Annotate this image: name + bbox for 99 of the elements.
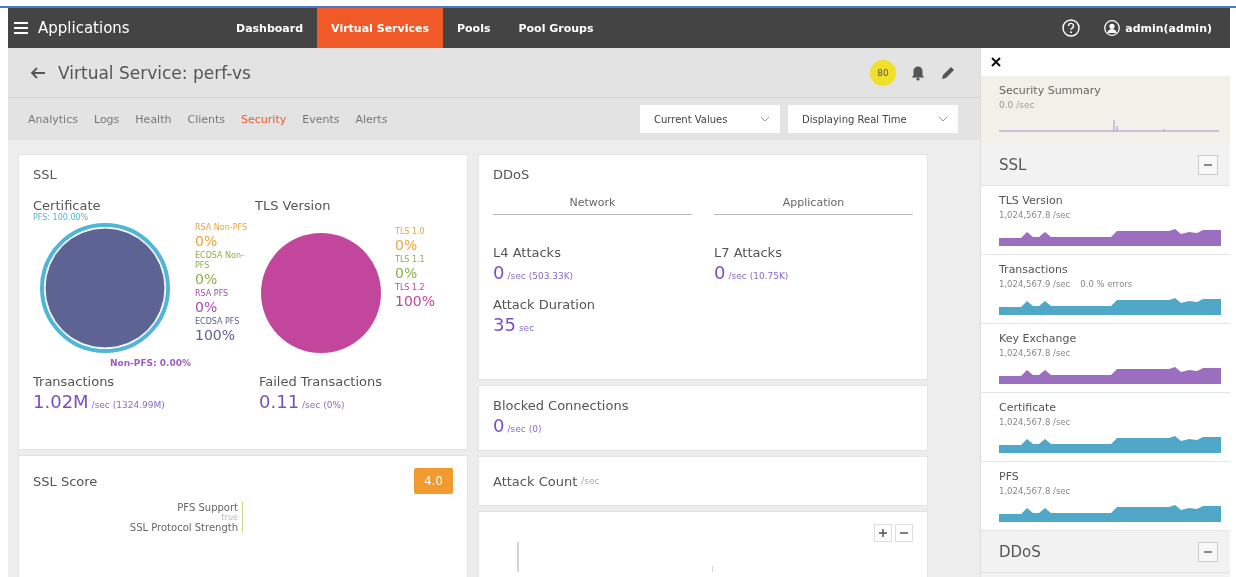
user-icon [1104,20,1121,36]
score-label: PFS Support [177,502,238,513]
stat-total: (10.75K) [749,271,789,281]
nav-tab[interactable]: Virtual Services [317,8,443,48]
card-title: DDoS [493,167,531,182]
stat-label: L7 Attacks [714,245,783,260]
section-tab[interactable]: Events [302,112,340,126]
legend-label: TLS 1.0 [395,227,426,237]
stat-value: 1.02M [33,391,89,412]
metric-value: 1,024,567.8 /sec [999,348,1071,358]
metric-title: Transactions [999,263,1069,276]
score-value: true [221,513,238,522]
stat-label: Failed Transactions [259,374,383,389]
card-title: SSL [33,167,58,182]
legend-value: 100% [395,293,437,309]
legend-label: ECDSA PFS [195,317,241,327]
collapse-button[interactable] [1198,541,1218,562]
legend-value: 0% [195,299,219,315]
metric-value: 1,024,567.8 /sec [999,417,1071,427]
stat-label: Attack Duration [493,297,597,312]
nav-tab[interactable]: Dashboard [222,8,318,48]
stat-unit: /sec [507,271,526,281]
stat-value: 35 [493,314,516,335]
metric-title: TLS Version [999,194,1064,207]
stat-value: 0 [714,262,726,283]
legend-label: ECDSA Non-PFS [195,251,245,271]
score-badge: 4.0 [413,468,453,494]
metric-value: 1,024,567.8 /sec [999,486,1071,496]
stat-unit: /sec [91,400,110,410]
section-title: DDoS [999,542,1041,561]
stat-value: 0 [493,262,505,283]
section-tab[interactable]: Health [135,112,172,126]
health-score[interactable]: 80 [870,59,896,86]
metric-value: 1,024,567.8 /sec [999,210,1071,220]
chevron-down-icon [760,116,770,122]
zoom-in-button[interactable] [874,524,892,542]
section-tab[interactable]: Clients [187,112,226,126]
minus-icon [900,529,908,537]
pencil-icon[interactable] [940,64,956,81]
legend-value: 0% [195,233,219,249]
stat-total: (0) [528,424,542,434]
close-icon[interactable] [991,57,1001,67]
section-title: SSL [999,155,1027,174]
stat-unit: /sec [302,400,321,410]
stat-unit: /sec [728,271,747,281]
summary-title: Security Summary [999,84,1102,97]
metric-title: Certificate [999,401,1058,414]
summary-value: 0.0 /sec [999,100,1036,110]
stat-unit: sec [518,323,535,333]
score-label: SSL Protocol Strength [129,522,238,533]
zoom-out-button[interactable] [895,524,913,542]
collapse-button[interactable] [1198,154,1218,175]
metric-title: Key Exchange [999,332,1078,345]
chart-title: Certificate [33,198,102,213]
legend-value: 100% [195,327,237,343]
stat-total: (503.33K) [528,271,574,281]
ring-label: PFS: 100.00% [33,213,90,222]
section-tab[interactable]: Logs [93,112,120,126]
column-heading: Application [714,196,913,215]
nav-tab[interactable]: Pool Groups [504,8,608,48]
legend-label: TLS 1.2 [395,283,426,293]
back-arrow-icon[interactable] [30,65,46,80]
legend-value: 0% [195,271,219,287]
stat-label: Blocked Connections [493,398,630,413]
legend-label: TLS 1.1 [395,255,426,265]
chart-title: TLS Version [255,198,332,213]
app-title: Applications [8,8,222,48]
legend-value: 0% [395,237,419,253]
stat-total: (1324.99M) [112,400,165,410]
stat-label: Transactions [33,374,116,389]
legend-label: RSA Non-PFS [195,223,248,233]
plus-icon [879,529,887,537]
column-heading: Network [493,196,692,215]
dropdown[interactable]: Displaying Real Time [788,105,958,133]
unit-label: /sec [581,476,600,486]
stat-label: L4 Attacks [493,245,562,260]
metric-errors: 0.0 % errors [1080,279,1133,289]
stat-unit: /sec [507,424,526,434]
bell-icon[interactable] [910,64,926,81]
legend-value: 0% [395,265,419,281]
page-title: Virtual Service: perf-vs [58,62,251,83]
stat-value: 0 [493,415,505,436]
section-tab[interactable]: Analytics [28,112,78,126]
section-tab[interactable]: Alerts [355,112,388,126]
stat-value: 0.11 [259,391,300,412]
menu-icon[interactable] [14,22,28,34]
ring-label: Non-PFS: 0.00% [109,358,191,368]
dropdown[interactable]: Current Values [640,105,780,133]
nav-tab[interactable]: Pools [443,8,505,48]
user-menu[interactable]: admin(admin) [1098,19,1218,37]
legend-label: RSA PFS [195,289,230,299]
card-title: SSL Score [33,473,98,489]
card-title: Attack Count [493,473,578,489]
metric-title: PFS [999,470,1020,483]
chevron-down-icon [938,116,948,122]
section-tab[interactable]: Security [241,112,287,126]
help-icon[interactable] [1062,19,1081,37]
stat-total: (0%) [323,400,345,410]
metric-value: 1,024,567.9 /sec [999,279,1071,289]
